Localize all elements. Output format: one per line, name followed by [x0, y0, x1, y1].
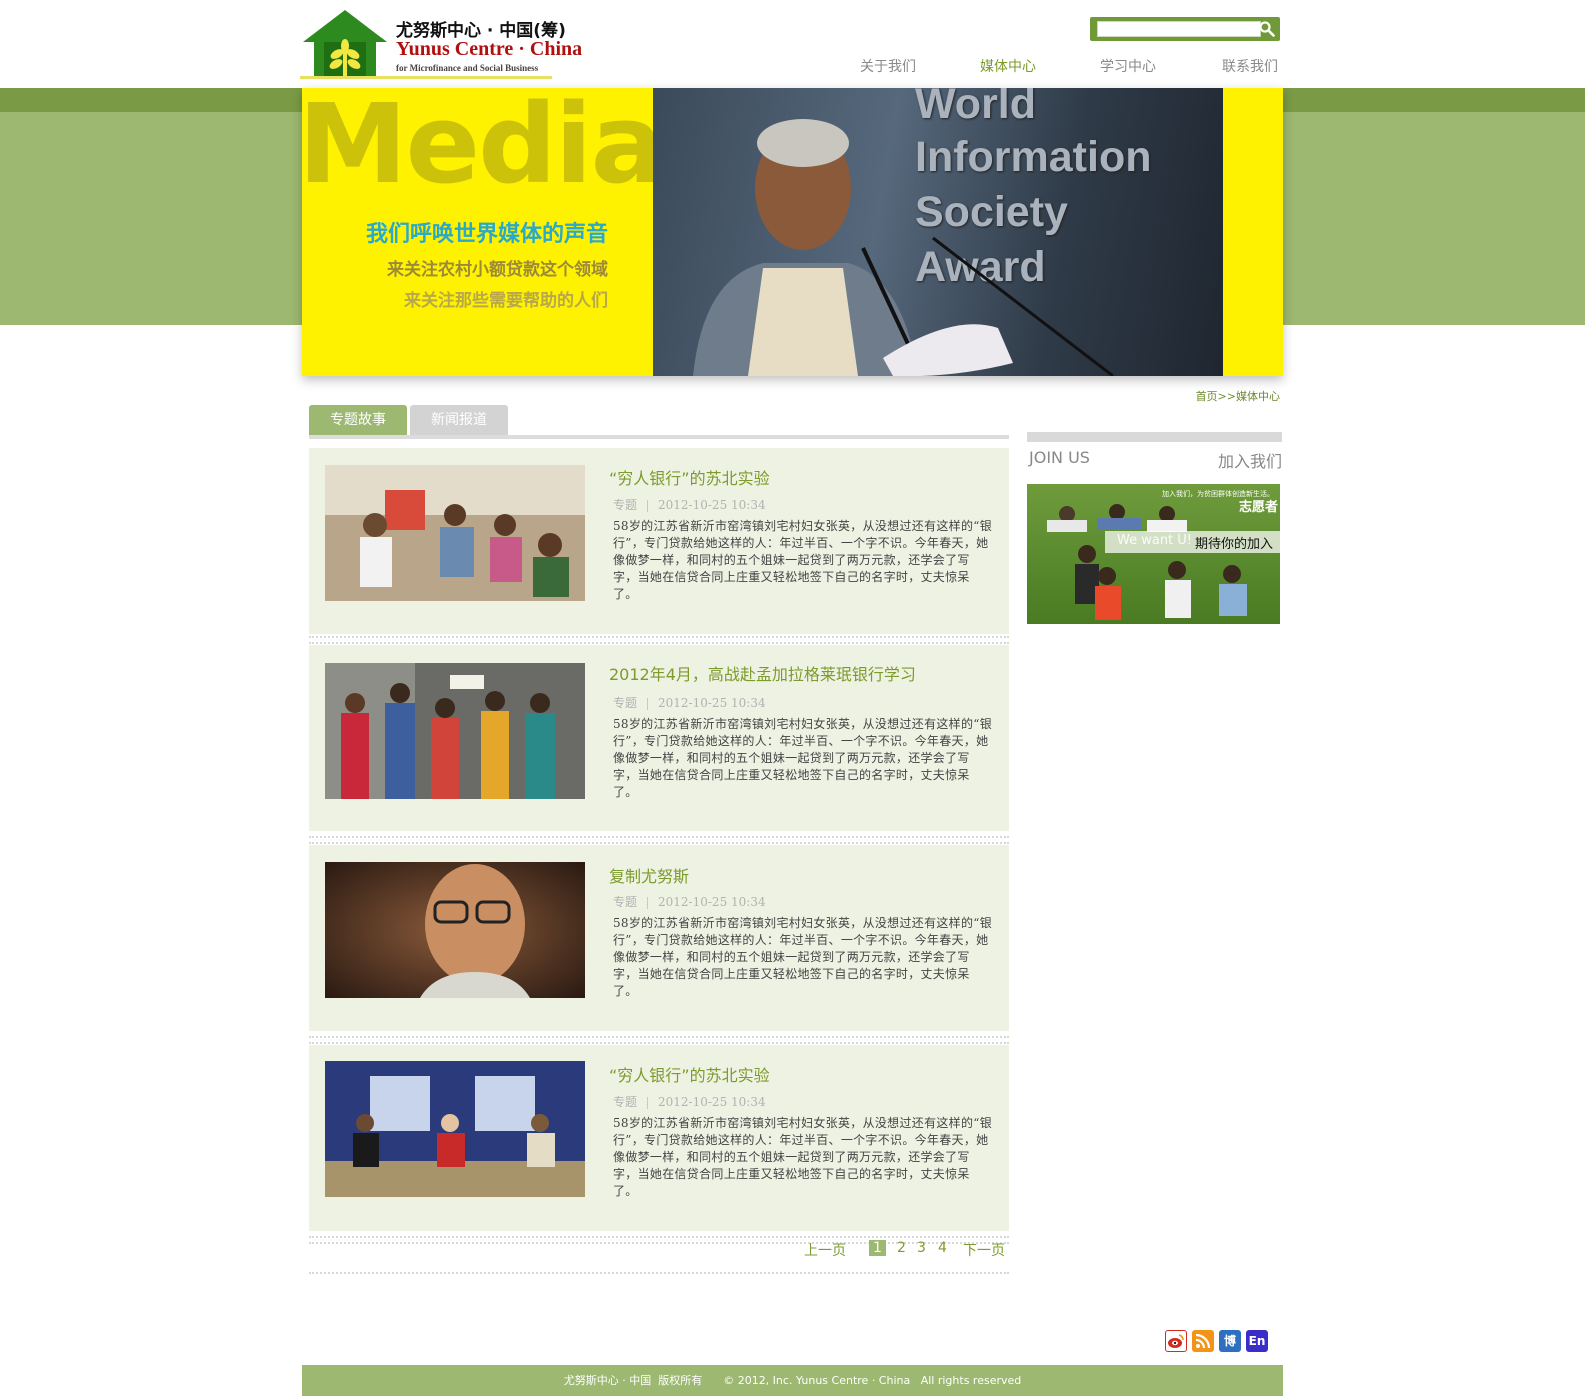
article-date: 2012-10-25 10:34 — [658, 1095, 766, 1109]
media-banner: Media 我们呼唤世界媒体的声音 来关注农村小额贷款这个领域 来关注那些需要帮… — [302, 88, 1283, 376]
article-summary: 58岁的江苏省新沂市窑湾镇刘宅村妇女张英，从没想过还有这样的“银行”，专门贷款给… — [613, 519, 993, 601]
rss-icon[interactable] — [1192, 1330, 1214, 1352]
article-date: 2012-10-25 10:34 — [658, 696, 766, 710]
article-thumbnail-clinton-global-initiative[interactable] — [325, 1061, 585, 1197]
nav-media-center[interactable]: 媒体中心 — [980, 56, 1036, 76]
prev-page-link[interactable]: 上一页 — [804, 1240, 846, 1260]
join-us-heading: JOIN US — [1029, 448, 1090, 467]
page-link[interactable]: 3 — [917, 1240, 926, 1256]
breadcrumb[interactable]: 首页>>媒体中心 — [1196, 388, 1280, 404]
article-card: 复制尤努斯 专题 2012-10-25 10:34 58岁的江苏省新沂市窑湾镇刘宅… — [309, 845, 1009, 1031]
page-link-current[interactable]: 1 — [869, 1240, 886, 1256]
logo-underline — [300, 76, 552, 79]
article-divider — [309, 636, 1009, 644]
banner-heading: Media — [302, 88, 665, 208]
nav-learning-center[interactable]: 学习中心 — [1100, 56, 1156, 76]
next-page-link[interactable]: 下一页 — [963, 1240, 1005, 1260]
page-link[interactable]: 4 — [938, 1240, 947, 1256]
article-thumbnail-villagers[interactable] — [325, 465, 585, 601]
article-category: 专题 — [613, 895, 638, 909]
search-input[interactable] — [1097, 21, 1261, 37]
article-thumbnail-portrait[interactable] — [325, 862, 585, 998]
logo-english-name: Yunus Centre · China — [396, 38, 583, 60]
article-title[interactable]: 复制尤努斯 — [609, 863, 689, 887]
nav-about[interactable]: 关于我们 — [860, 56, 916, 76]
article-thumbnail-bangladesh[interactable] — [325, 663, 585, 799]
join-us-heading-cn: 加入我们 — [1217, 452, 1282, 471]
article-category: 专题 — [613, 696, 638, 710]
footer-copyright: 尤努斯中心 · 中国 版权所有 © 2012, Inc. Yunus Centr… — [302, 1365, 1283, 1396]
tab-underline — [309, 435, 1009, 439]
volunteer-title: 志愿者 — [1238, 500, 1278, 515]
article-title[interactable]: “穷人银行”的苏北实验 — [609, 465, 770, 489]
tab-feature-stories[interactable]: 专题故事 — [309, 405, 407, 435]
speaker-figure — [693, 119, 1114, 376]
blog-icon[interactable]: 博 — [1219, 1330, 1241, 1352]
content-tabs: 专题故事 新闻报道 — [309, 405, 1009, 439]
volunteer-caption: 期待你的加入 — [1194, 537, 1273, 552]
article-card: 2012年4月，高战赴孟加拉格莱珉银行学习 专题 2012-10-25 10:34… — [309, 645, 1009, 831]
banner-slogan-1: 我们呼唤世界媒体的声音 — [365, 222, 608, 247]
article-summary: 58岁的江苏省新沂市窑湾镇刘宅村妇女张英，从没想过还有这样的“银行”，专门贷款给… — [613, 916, 993, 998]
article-category: 专题 — [613, 498, 638, 512]
search-box — [1090, 17, 1280, 41]
banner-slogan-2: 来关注农村小额贷款这个领域 — [387, 260, 608, 280]
pagination: 上一页 1 2 3 4 下一页 — [309, 1240, 1009, 1264]
volunteer-faded-text: We want U! — [1117, 533, 1193, 548]
site-logo[interactable]: 尤努斯中心 · 中国(筹) Yunus Centre · China for M… — [300, 8, 582, 80]
article-meta: 专题 2012-10-25 10:34 — [613, 694, 766, 711]
article-meta: 专题 2012-10-25 10:34 — [613, 893, 766, 910]
logo-subtitle: for Microfinance and Social Business — [396, 63, 539, 73]
search-icon[interactable] — [1258, 20, 1276, 38]
banner-photo-speaker: World Information Society Award — [653, 88, 1223, 376]
article-summary: 58岁的江苏省新沂市窑湾镇刘宅村妇女张英，从没想过还有这样的“银行”，专门贷款给… — [613, 1116, 993, 1198]
article-title[interactable]: 2012年4月，高战赴孟加拉格莱珉银行学习 — [609, 661, 916, 685]
article-card: “穷人银行”的苏北实验 专题 2012-10-25 10:34 58岁的江苏省新沂… — [309, 1045, 1009, 1231]
tab-news-reports[interactable]: 新闻报道 — [410, 405, 508, 435]
article-summary: 58岁的江苏省新沂市窑湾镇刘宅村妇女张英，从没想过还有这样的“银行”，专门贷款给… — [613, 717, 993, 799]
page-link[interactable]: 2 — [897, 1240, 906, 1256]
article-title[interactable]: “穷人银行”的苏北实验 — [609, 1062, 770, 1086]
social-links: 博 En — [1165, 1330, 1270, 1354]
article-divider — [309, 836, 1009, 844]
pager-divider — [309, 1272, 1009, 1274]
article-meta: 专题 2012-10-25 10:34 — [613, 1093, 766, 1110]
house-tree-logo-icon — [303, 10, 387, 78]
volunteer-banner[interactable]: 加入我们，为贫困群体创造新生活。 志愿者 We want U! 期待你的加入 — [1027, 484, 1280, 624]
article-divider — [309, 1036, 1009, 1044]
english-icon[interactable]: En — [1246, 1330, 1268, 1352]
article-date: 2012-10-25 10:34 — [658, 895, 766, 909]
sidebar-header-bar — [1027, 432, 1282, 442]
article-meta: 专题 2012-10-25 10:34 — [613, 496, 766, 513]
main-nav: 关于我们 媒体中心 学习中心 联系我们 — [850, 56, 1290, 76]
article-date: 2012-10-25 10:34 — [658, 498, 766, 512]
nav-contact[interactable]: 联系我们 — [1222, 56, 1278, 76]
article-category: 专题 — [613, 1095, 638, 1109]
weibo-icon[interactable] — [1165, 1330, 1187, 1352]
banner-slogan-3: 来关注那些需要帮助的人们 — [404, 291, 608, 311]
article-card: “穷人银行”的苏北实验 专题 2012-10-25 10:34 58岁的江苏省新沂… — [309, 448, 1009, 634]
